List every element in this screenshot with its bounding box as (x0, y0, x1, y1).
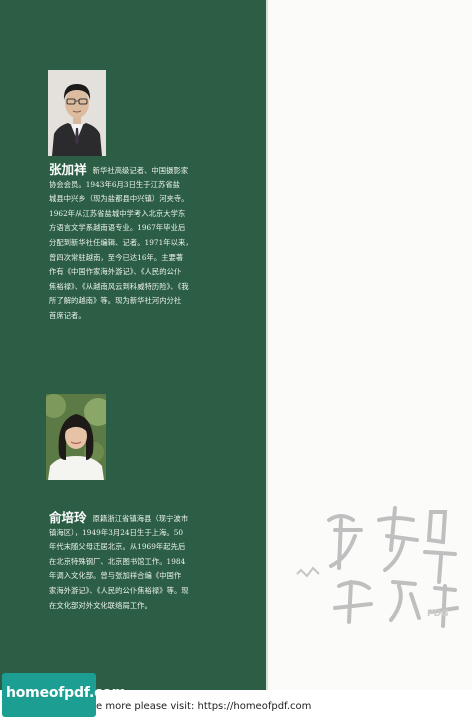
bio-line: 协会会员。1943年6月3日生于江苏省盐 (49, 179, 181, 189)
bio-line: 曾四次常驻越南，至今已达16年。主要著 (49, 252, 184, 262)
author2-first-line: 俞培玲 原籍浙江省镇海县（现宁波市 (49, 510, 189, 526)
bio-line: 所了解的越南》等。现为新华社河内分社 (49, 296, 182, 306)
bio-line: 年代末随父母迁居北京。从1969年起先后 (49, 542, 186, 552)
flap-edge (266, 0, 268, 690)
author2-lead: 原籍浙江省镇海县（现宁波市 (92, 514, 189, 523)
bio-line: 焦裕禄》、《从越南风云到科威特历险》、《我 (49, 281, 189, 291)
site-logo[interactable]: homeofpdf.com (2, 673, 126, 717)
bio-line: 首席记者。 (49, 310, 86, 320)
author1-name: 张加祥 (49, 162, 87, 177)
author1-bio: 张加祥 新华社高级记者、中国摄影家 协会会员。1943年6月3日生于江苏省盐 城县… (49, 162, 193, 324)
bio-line: 方语言文学系越南语专业。1967年毕业后 (49, 223, 186, 233)
author1-photo (48, 70, 106, 156)
author2-photo (46, 394, 106, 480)
bio-line: 镇海区），1949年3月24日生于上海。50 (49, 527, 184, 537)
bio-line: 在北京特殊钢厂、北京图书馆工作。1984 (49, 556, 186, 566)
site-logo-text: homeofpdf.com (6, 685, 126, 701)
bio-line: 家海外游记》、《人民的公仆焦裕禄》等。现 (49, 585, 189, 595)
footer-link-text[interactable]: e more please visit: https://homeofpdf.c… (96, 701, 311, 712)
author2-bio: 俞培玲 原籍浙江省镇海县（现宁波市 镇海区），1949年3月24日生于上海。50 … (49, 510, 189, 613)
bio-line: 1962年从江苏省盐城中学考入北京大学东 (49, 208, 186, 218)
bio-line: 年调入文化部。曾与张加祥合编《中国作 (49, 571, 182, 581)
watermark-pdg: PDG (427, 609, 448, 619)
bio-line: 城县中兴乡（现为盐都县中兴镇）河夹寺。 (49, 194, 189, 204)
book-back-cover: 张加祥 新华社高级记者、中国摄影家 协会会员。1943年6月3日生于江苏省盐 城县… (0, 0, 472, 721)
author2-name: 俞培玲 (49, 510, 87, 525)
bio-line: 在文化部对外文化联络局工作。 (49, 600, 152, 610)
author1-first-line: 张加祥 新华社高级记者、中国摄影家 (49, 162, 193, 178)
author1-lead: 新华社高级记者、中国摄影家 (92, 166, 189, 175)
watermark-seal: PDG (295, 490, 465, 640)
bio-line: 作有《中国作家海外游记》、《人民的公仆 (49, 267, 182, 277)
bio-line: 分配到新华社任编辑、记者。1971年以来， (49, 237, 193, 247)
